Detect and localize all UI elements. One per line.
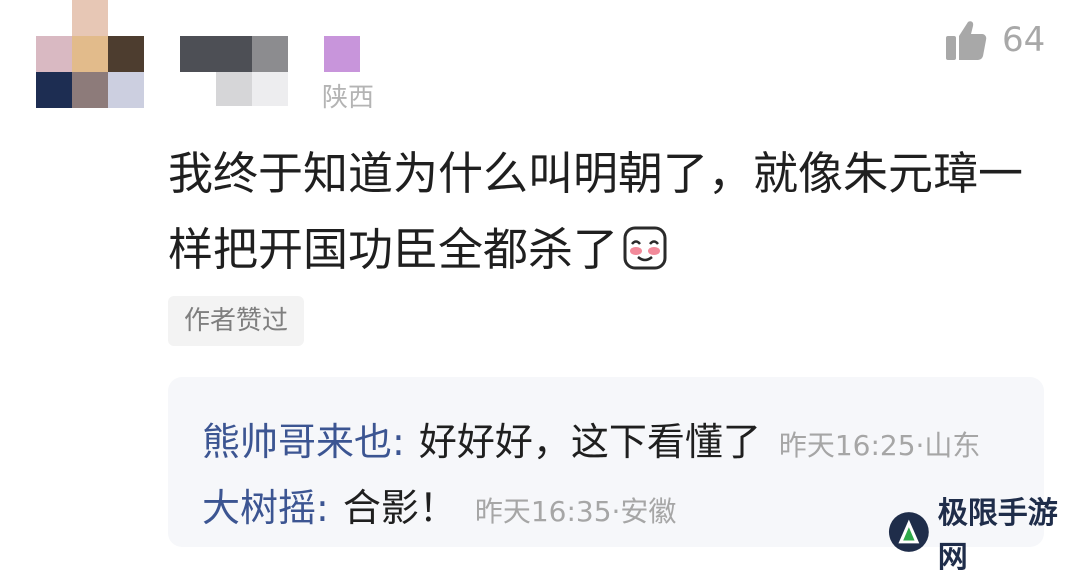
avatar-pixel xyxy=(72,0,108,36)
avatar-pixel xyxy=(108,72,144,108)
watermark-logo-icon xyxy=(888,512,929,552)
reply-text[interactable]: 合影！ xyxy=(343,477,457,532)
avatar-pixel xyxy=(72,72,108,108)
watermark-text: 极限手游网 xyxy=(937,496,1058,575)
username-pixel xyxy=(180,36,252,72)
avatar-pixel xyxy=(36,72,72,108)
reply-item: 熊帅哥来也 : 好好好，这下看懂了 昨天16:25·山东 xyxy=(202,411,980,466)
username-pixel xyxy=(252,36,288,72)
reply-author[interactable]: 大树摇 xyxy=(202,477,316,532)
reply-meta: 昨天16:25·山东 xyxy=(778,429,981,462)
username-pixel xyxy=(324,36,360,72)
thumbs-up-icon xyxy=(946,21,987,60)
reply-text[interactable]: 好好好，这下看懂了 xyxy=(419,411,761,466)
like-count: 64 xyxy=(1002,20,1046,60)
reply-item: 大树摇 : 合影！ 昨天16:35·安徽 xyxy=(202,477,676,532)
avatar-pixel xyxy=(108,36,144,72)
reply-author[interactable]: 熊帅哥来也 xyxy=(202,411,392,466)
watermark: 极限手游网 xyxy=(888,488,1080,576)
avatar-pixel xyxy=(72,36,108,72)
reply-separator: : xyxy=(392,420,405,464)
like-button[interactable]: 64 xyxy=(944,16,1045,64)
username-pixel xyxy=(216,72,252,106)
comment-text: 我终于知道为什么叫明朝了，就像朱元璋一样把开国功臣全都杀了 xyxy=(168,136,1048,288)
blushing-smile-icon xyxy=(623,226,667,270)
reply-meta: 昨天16:35·安徽 xyxy=(474,495,677,528)
avatar-pixel xyxy=(36,36,72,72)
author-liked-badge: 作者赞过 xyxy=(168,296,305,346)
avatar[interactable] xyxy=(0,0,150,110)
reply-separator: : xyxy=(316,486,329,530)
comment-location: 陕西 xyxy=(322,83,375,113)
username-pixel xyxy=(252,72,288,106)
comment-text-content: 我终于知道为什么叫明朝了，就像朱元璋一样把开国功臣全都杀了 xyxy=(168,147,1024,276)
